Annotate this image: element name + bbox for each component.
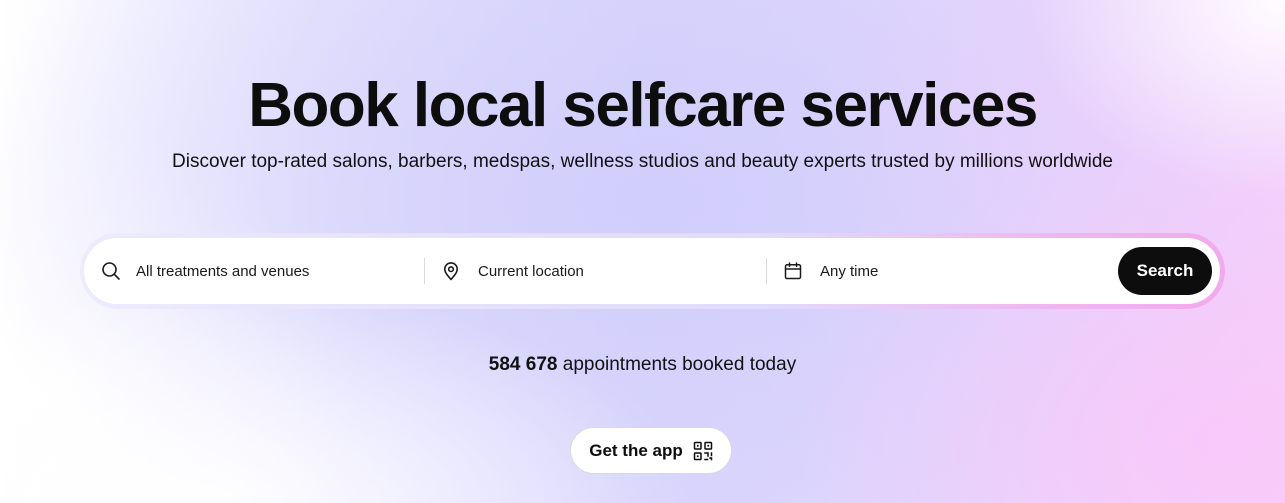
appointments-caption: appointments booked today	[557, 354, 797, 375]
time-field-label: Any time	[820, 262, 879, 280]
hero-section: Book local selfcare services Discover to…	[0, 0, 1285, 503]
appointments-count: 584 678	[488, 354, 558, 375]
map-pin-icon	[441, 261, 461, 281]
location-field-label: Current location	[478, 262, 584, 280]
get-the-app-button[interactable]: Get the app	[570, 427, 732, 474]
appointments-stat: 584 678 appointments booked today	[0, 352, 1285, 378]
search-bar: All treatments and venues Current locati…	[84, 238, 1220, 304]
time-field[interactable]: Any time	[767, 238, 1119, 304]
page-subtitle: Discover top-rated salons, barbers, meds…	[172, 151, 1113, 172]
treatments-field-label: All treatments and venues	[136, 262, 310, 280]
qr-code-icon	[693, 441, 713, 461]
treatments-field[interactable]: All treatments and venues	[84, 238, 424, 304]
page-title: Book local selfcare services	[248, 71, 1038, 140]
search-button[interactable]: Search	[1118, 247, 1212, 295]
location-field[interactable]: Current location	[425, 238, 766, 304]
get-the-app-label: Get the app	[589, 440, 683, 460]
calendar-icon	[783, 261, 803, 281]
search-icon	[101, 261, 121, 281]
